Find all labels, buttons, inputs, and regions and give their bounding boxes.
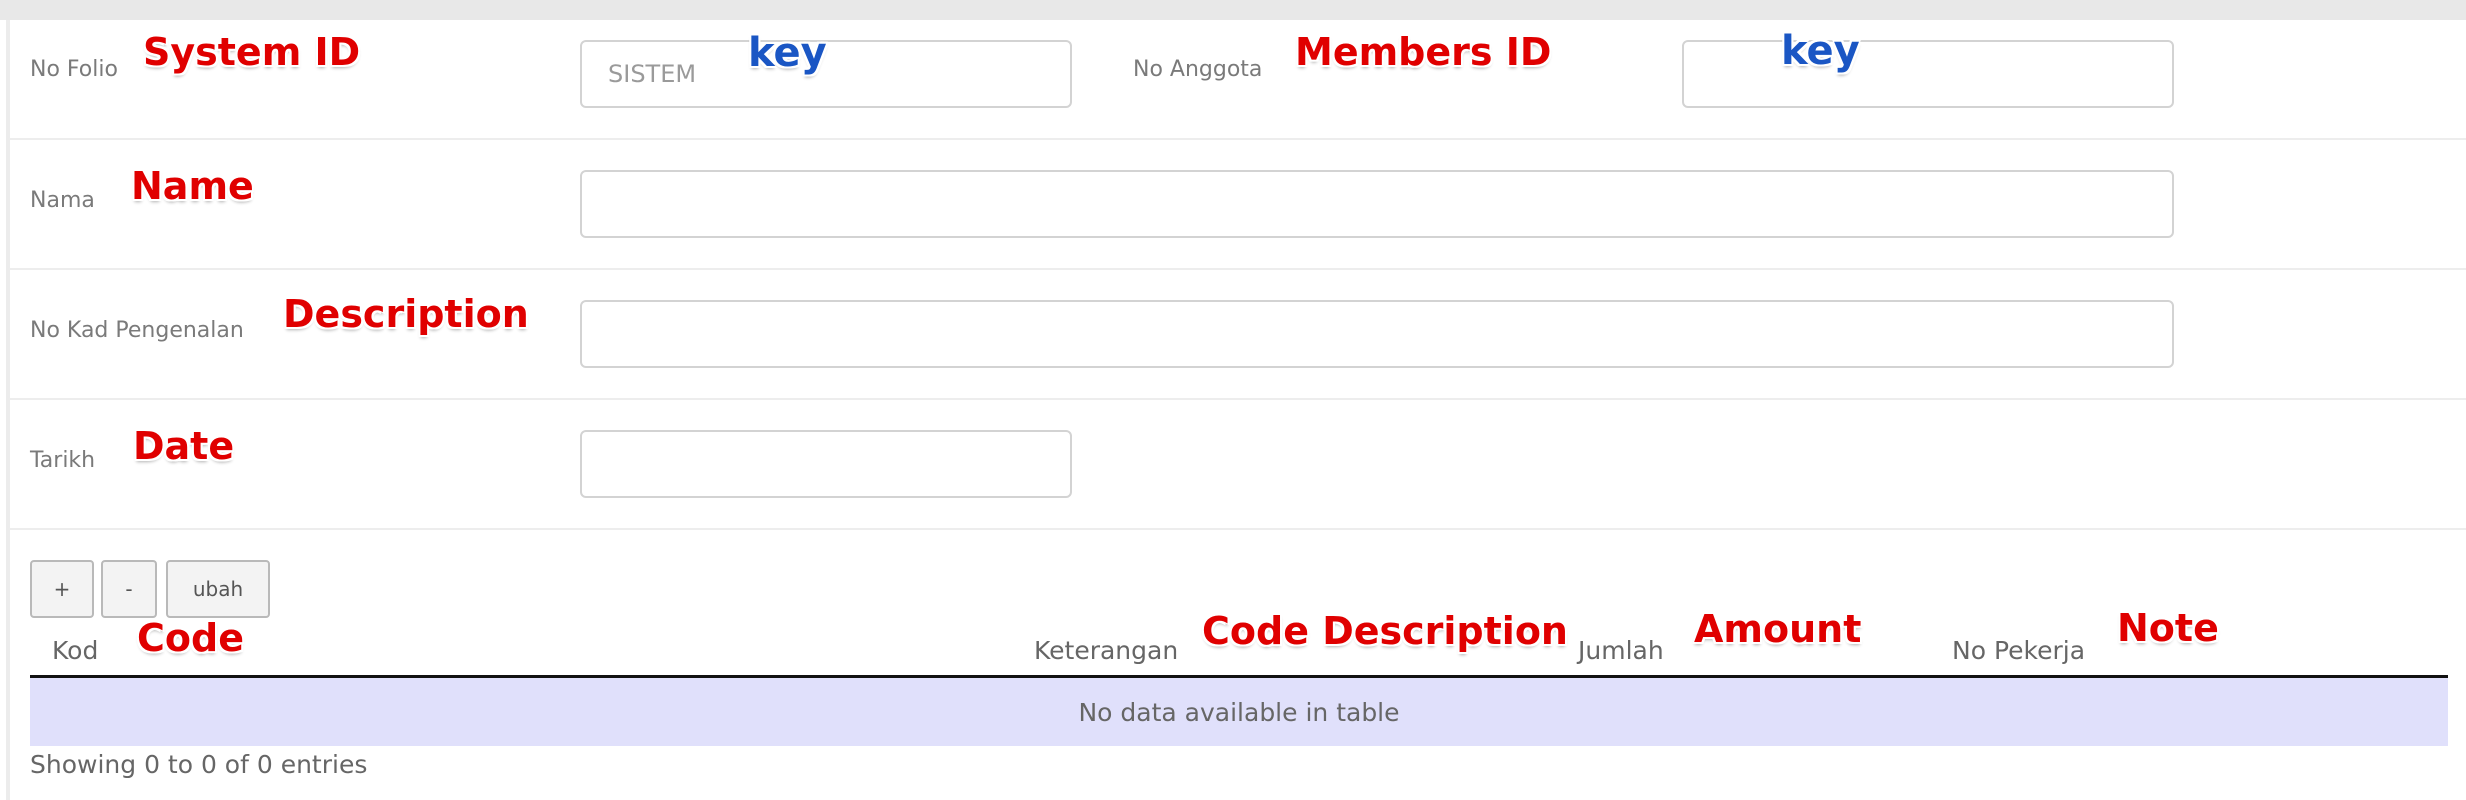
add-row-button[interactable]: + (30, 560, 94, 618)
no-anggota-label: No Anggota (1133, 57, 1263, 82)
no-anggota-annotation: Members ID (1295, 30, 1552, 74)
column-header-keterangan[interactable]: Keterangan (1034, 636, 1178, 665)
top-bar (0, 0, 2466, 20)
tarikh-label: Tarikh (30, 448, 96, 473)
keterangan-annotation: Code Description (1202, 609, 1568, 653)
empty-table-message: No data available in table (1078, 697, 1400, 727)
table-empty-row: No data available in table (30, 678, 2448, 746)
tarikh-input[interactable] (580, 430, 1072, 498)
tarikh-annotation: Date (133, 424, 235, 468)
nama-input[interactable] (580, 170, 2174, 238)
no-kad-label: No Kad Pengenalan (30, 318, 244, 343)
no-folio-label: No Folio (30, 57, 118, 82)
table-info: Showing 0 to 0 of 0 entries (30, 750, 368, 779)
edit-row-button[interactable]: ubah (166, 560, 270, 618)
nama-annotation: Name (131, 164, 254, 208)
kod-annotation: Code (137, 616, 244, 660)
column-header-jumlah[interactable]: Jumlah (1578, 636, 1664, 665)
column-header-kod[interactable]: Kod (52, 636, 98, 665)
no-kad-annotation: Description (283, 292, 529, 336)
no-folio-annotation: System ID (143, 30, 361, 74)
no-anggota-input[interactable] (1682, 40, 2174, 108)
nama-label: Nama (30, 188, 95, 213)
no-kad-input[interactable] (580, 300, 2174, 368)
jumlah-annotation: Amount (1694, 607, 1862, 651)
remove-row-button[interactable]: - (101, 560, 157, 618)
no-anggota-key-annotation: key (1781, 28, 1860, 74)
column-header-no-pekerja[interactable]: No Pekerja (1952, 636, 2085, 665)
no-pekerja-annotation: Note (2117, 606, 2219, 650)
form-row-tarikh (10, 400, 2466, 530)
no-folio-key-annotation: key (748, 30, 827, 76)
